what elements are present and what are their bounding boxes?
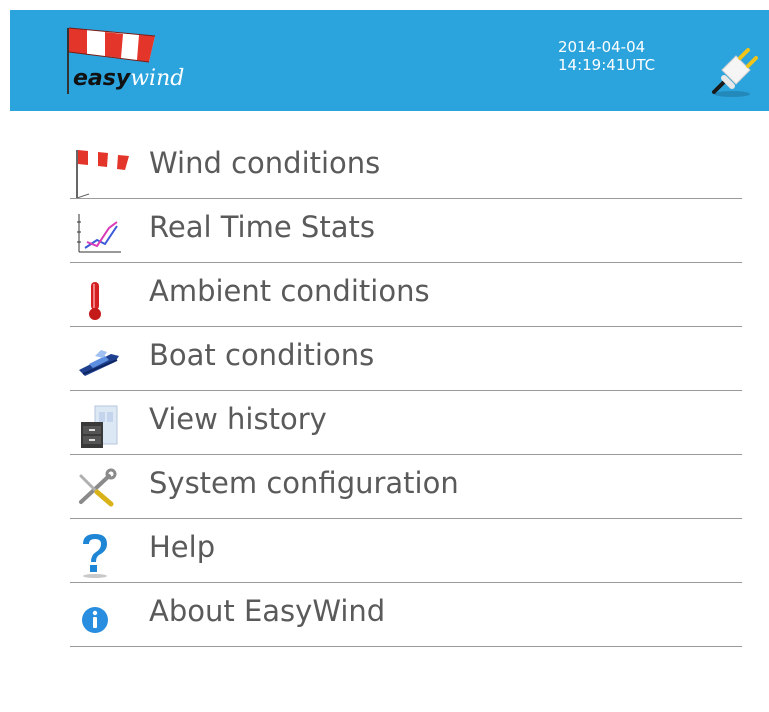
menu-item-help[interactable]: Help [70, 519, 742, 583]
menu-item-label: Wind conditions [149, 146, 381, 180]
boat-icon [75, 340, 119, 380]
archive-icon [75, 404, 118, 448]
menu-item-label: System configuration [149, 466, 459, 500]
menu-item-view-history[interactable]: View history [70, 391, 742, 455]
menu-item-ambient-conditions[interactable]: Ambient conditions [70, 263, 742, 327]
menu-item-label: About EasyWind [149, 594, 386, 628]
logo-easy-text: easy [73, 66, 131, 91]
main-menu: Wind conditions Real Time Stats Ambient … [70, 135, 742, 647]
info-icon [75, 596, 115, 636]
menu-item-about-easywind[interactable]: About EasyWind [70, 583, 742, 647]
logo-wind-text: wind [130, 66, 185, 91]
date-text: 2014-04-04 [558, 38, 646, 56]
menu-item-label: View history [149, 402, 327, 436]
plug-icon[interactable] [710, 48, 758, 104]
logo-text: easywind [73, 66, 184, 91]
menu-item-label: Real Time Stats [149, 210, 375, 244]
menu-item-boat-conditions[interactable]: Boat conditions [70, 327, 742, 391]
header-bar: easywind 2014-04-04 14:19:41UTC [10, 10, 769, 111]
time-text: 14:19:41UTC [558, 56, 656, 74]
tools-icon [75, 468, 117, 508]
line-chart-icon [75, 212, 121, 253]
thermometer-icon [75, 276, 115, 320]
windsock-icon [75, 148, 129, 199]
help-icon [75, 532, 115, 578]
datetime: 2014-04-04 14:19:41UTC [558, 38, 655, 74]
menu-item-label: Boat conditions [149, 338, 375, 372]
easywind-logo[interactable]: easywind [65, 22, 225, 97]
menu-item-system-configuration[interactable]: System configuration [70, 455, 742, 519]
menu-item-real-time-stats[interactable]: Real Time Stats [70, 199, 742, 263]
menu-item-label: Ambient conditions [149, 274, 430, 308]
menu-item-wind-conditions[interactable]: Wind conditions [70, 135, 742, 199]
menu-item-label: Help [149, 530, 216, 564]
